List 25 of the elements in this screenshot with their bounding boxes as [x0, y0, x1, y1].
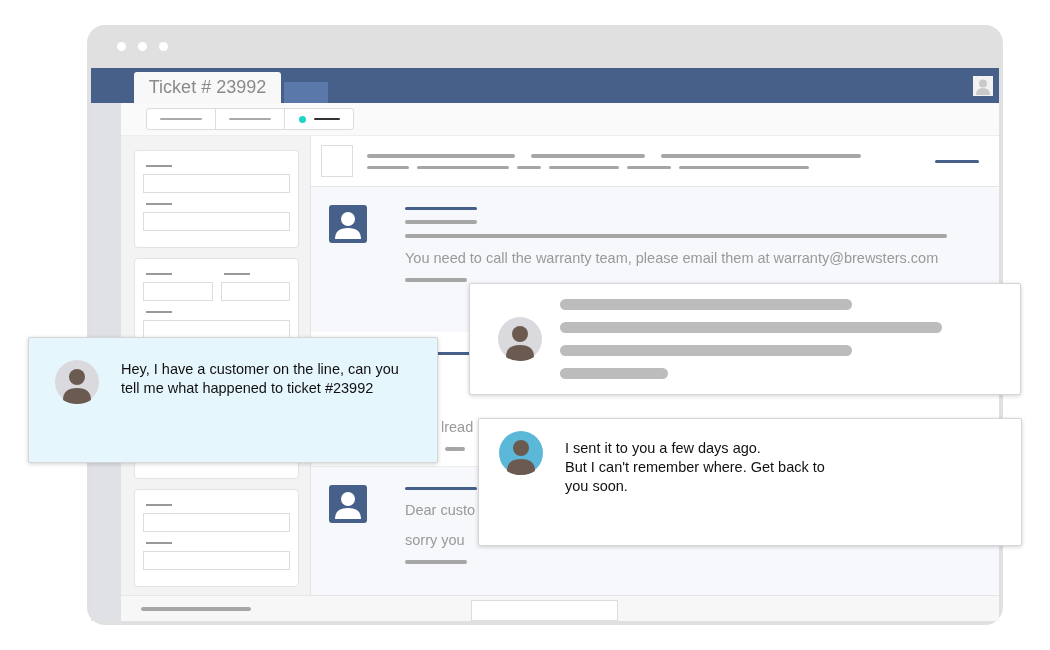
input-field[interactable]: [471, 600, 618, 621]
user-icon[interactable]: [973, 75, 993, 96]
window-dot: [138, 42, 147, 51]
message-text: sorry you: [405, 531, 466, 550]
window-dot: [117, 42, 126, 51]
input-field[interactable]: [143, 551, 290, 570]
chat-message: Hey, I have a customer on the line, can you tell me what happened to ticket #23992: [121, 360, 400, 398]
avatar-icon: [499, 431, 543, 475]
message-text: lread: [441, 418, 475, 437]
input-field[interactable]: [143, 513, 290, 532]
tab-stub[interactable]: [284, 82, 328, 103]
avatar-icon: [329, 205, 367, 243]
input-field[interactable]: [220, 282, 290, 301]
avatar-icon: [498, 317, 542, 361]
window-dot: [159, 42, 168, 51]
input-field[interactable]: [143, 212, 290, 231]
message-text: You need to call the warranty team, please email them at warranty@brewsters.com: [405, 249, 940, 268]
chat-message: I sent it to you a few days ago. But I can't remember where. Get back to you soon.: [565, 439, 826, 496]
input-field[interactable]: [143, 174, 290, 193]
ticket-tab[interactable]: Ticket # 23992: [134, 72, 281, 103]
avatar-icon: [329, 485, 367, 523]
image-placeholder: [321, 145, 353, 177]
message-text: Dear custo: [405, 501, 477, 520]
input-field[interactable]: [143, 282, 213, 301]
avatar-icon: [55, 360, 99, 404]
